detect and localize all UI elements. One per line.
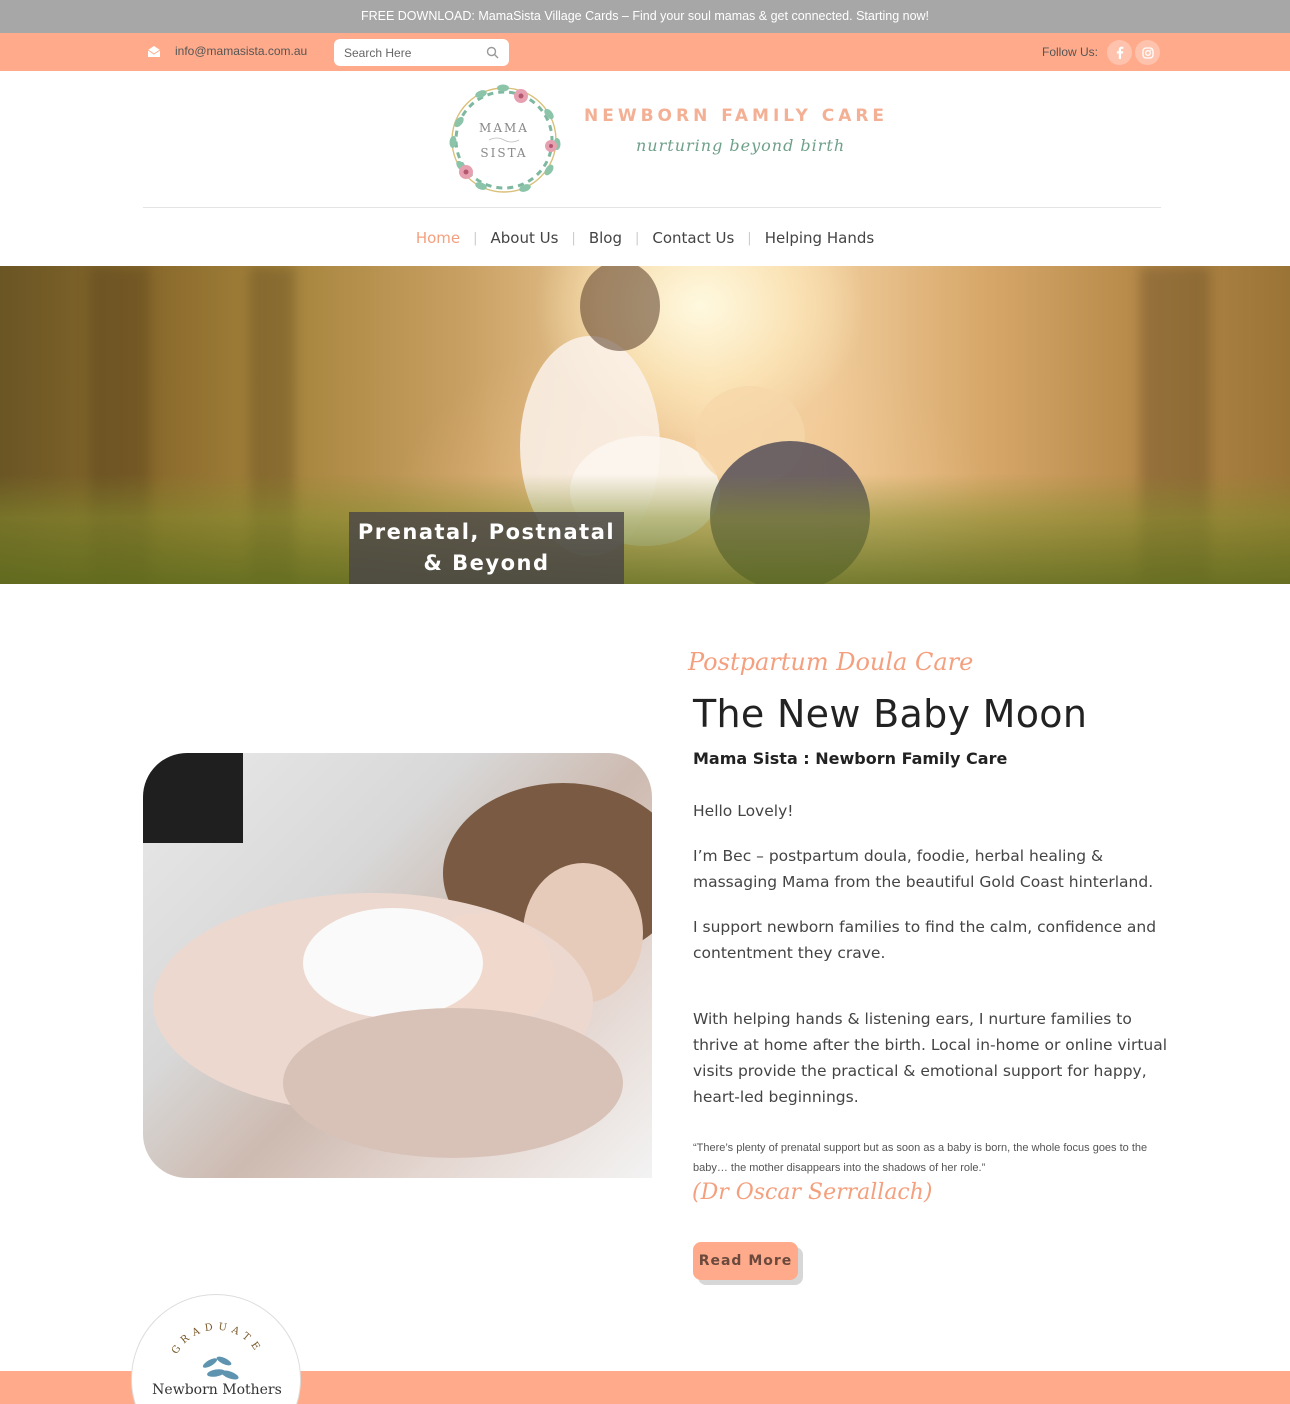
search-box — [334, 39, 509, 66]
nav-about-us[interactable]: About Us — [491, 229, 559, 247]
hero-grass — [0, 474, 1290, 584]
instagram-icon — [1141, 46, 1154, 59]
nav-separator: | — [747, 230, 752, 246]
family-baby-photo — [143, 753, 652, 1178]
quote-text: “There’s plenty of prenatal support but … — [693, 1142, 1148, 1174]
hero-caption-line1: Prenatal, Postnatal — [357, 520, 616, 544]
mail-icon — [147, 46, 161, 57]
logo-wreath[interactable]: MAMA SISTA — [441, 80, 567, 200]
follow-label: Follow Us: — [1042, 45, 1099, 59]
logo-sista-text: SISTA — [480, 146, 527, 160]
nav-blog[interactable]: Blog — [589, 229, 622, 247]
intro-paragraph: Hello Lovely! — [693, 802, 794, 820]
header-divider — [143, 207, 1161, 208]
graduate-badge[interactable]: GRADUATE Newborn Mothers — [131, 1294, 301, 1404]
family-baby-image — [143, 753, 652, 1158]
search-input[interactable] — [344, 43, 479, 62]
nav-separator: | — [473, 230, 478, 246]
hero-banner: Prenatal, Postnatal & Beyond — [0, 266, 1290, 584]
search-icon[interactable] — [486, 46, 499, 59]
subheading: Mama Sista : Newborn Family Care — [693, 749, 1008, 768]
intro-paragraph: I’m Bec – postpartum doula, foodie, herb… — [693, 847, 1154, 891]
quote-author: (Dr Oscar Serrallach) — [692, 1180, 933, 1205]
brand-title: NEWBORN FAMILY CARE — [584, 106, 889, 126]
page-headline: The New Baby Moon — [693, 692, 1088, 736]
contact-email[interactable]: info@mamasista.com.au — [175, 44, 307, 58]
announcement-bar[interactable]: FREE DOWNLOAD: MamaSista Village Cards –… — [0, 0, 1290, 33]
read-more-button[interactable]: Read More — [693, 1242, 798, 1280]
brand-tagline: nurturing beyond birth — [636, 136, 846, 155]
nav-separator: | — [571, 230, 576, 246]
hero-caption-line2: & Beyond — [423, 551, 550, 575]
leaf-icon — [202, 1356, 239, 1380]
facebook-link[interactable] — [1107, 40, 1132, 65]
intro-paragraph: With helping hands & listening ears, I n… — [693, 1010, 1168, 1106]
top-bar: info@mamasista.com.au Follow Us: — [0, 33, 1290, 71]
announcement-text[interactable]: FREE DOWNLOAD: MamaSista Village Cards –… — [361, 9, 929, 23]
badge-name: Newborn Mothers — [152, 1382, 282, 1398]
script-subtitle: Postpartum Doula Care — [688, 648, 974, 676]
nav-home[interactable]: Home — [416, 229, 460, 247]
badge-arc-text: GRADUATE — [170, 1322, 264, 1357]
logo-mama-text: MAMA — [479, 121, 529, 135]
intro-paragraph: I support newborn families to find the c… — [693, 918, 1157, 962]
instagram-link[interactable] — [1135, 40, 1160, 65]
facebook-icon — [1116, 46, 1123, 59]
main-nav: Home | About Us | Blog | Contact Us | He… — [0, 226, 1290, 250]
hero-caption: Prenatal, Postnatal & Beyond — [349, 512, 624, 584]
nav-helping-hands[interactable]: Helping Hands — [765, 229, 874, 247]
nav-separator: | — [634, 230, 640, 246]
nav-contact-us[interactable]: Contact Us — [652, 229, 734, 247]
